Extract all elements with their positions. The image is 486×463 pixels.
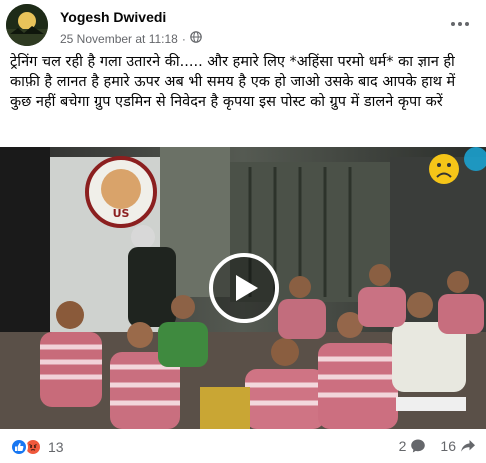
video-player[interactable]: US [0, 147, 486, 429]
more-options-button[interactable] [448, 14, 472, 34]
comment-icon [411, 439, 426, 453]
post-meta: 25 November at 11:18 · [60, 31, 202, 46]
post-timestamp[interactable]: 25 November at 11:18 [60, 32, 178, 46]
author-avatar[interactable] [6, 4, 48, 46]
share-icon [461, 440, 475, 452]
post-footer: 13 2 16 [0, 429, 486, 463]
wall-logo-text: US [113, 207, 130, 220]
dot [451, 22, 455, 26]
comments-link[interactable]: 2 [399, 438, 427, 454]
engagement-stats: 2 16 [399, 438, 476, 454]
post-text: ट्रेनिंग चल रही है गला उतारने की..... और… [10, 54, 456, 110]
like-icon [10, 438, 28, 456]
post-header: Yogesh Dwivedi 25 November at 11:18 · [0, 0, 486, 50]
author-name[interactable]: Yogesh Dwivedi [60, 9, 166, 25]
reactions-summary[interactable]: 13 [10, 438, 64, 456]
shares-link[interactable]: 16 [440, 438, 476, 454]
play-icon [236, 275, 258, 301]
reaction-count: 13 [48, 439, 64, 455]
play-button[interactable] [209, 253, 279, 323]
meta-separator: · [181, 31, 186, 46]
dot [465, 22, 469, 26]
wall-logo: US [85, 156, 157, 228]
dot [458, 22, 462, 26]
share-count: 16 [440, 438, 456, 454]
globe-icon [190, 31, 202, 46]
comment-count: 2 [398, 438, 407, 454]
